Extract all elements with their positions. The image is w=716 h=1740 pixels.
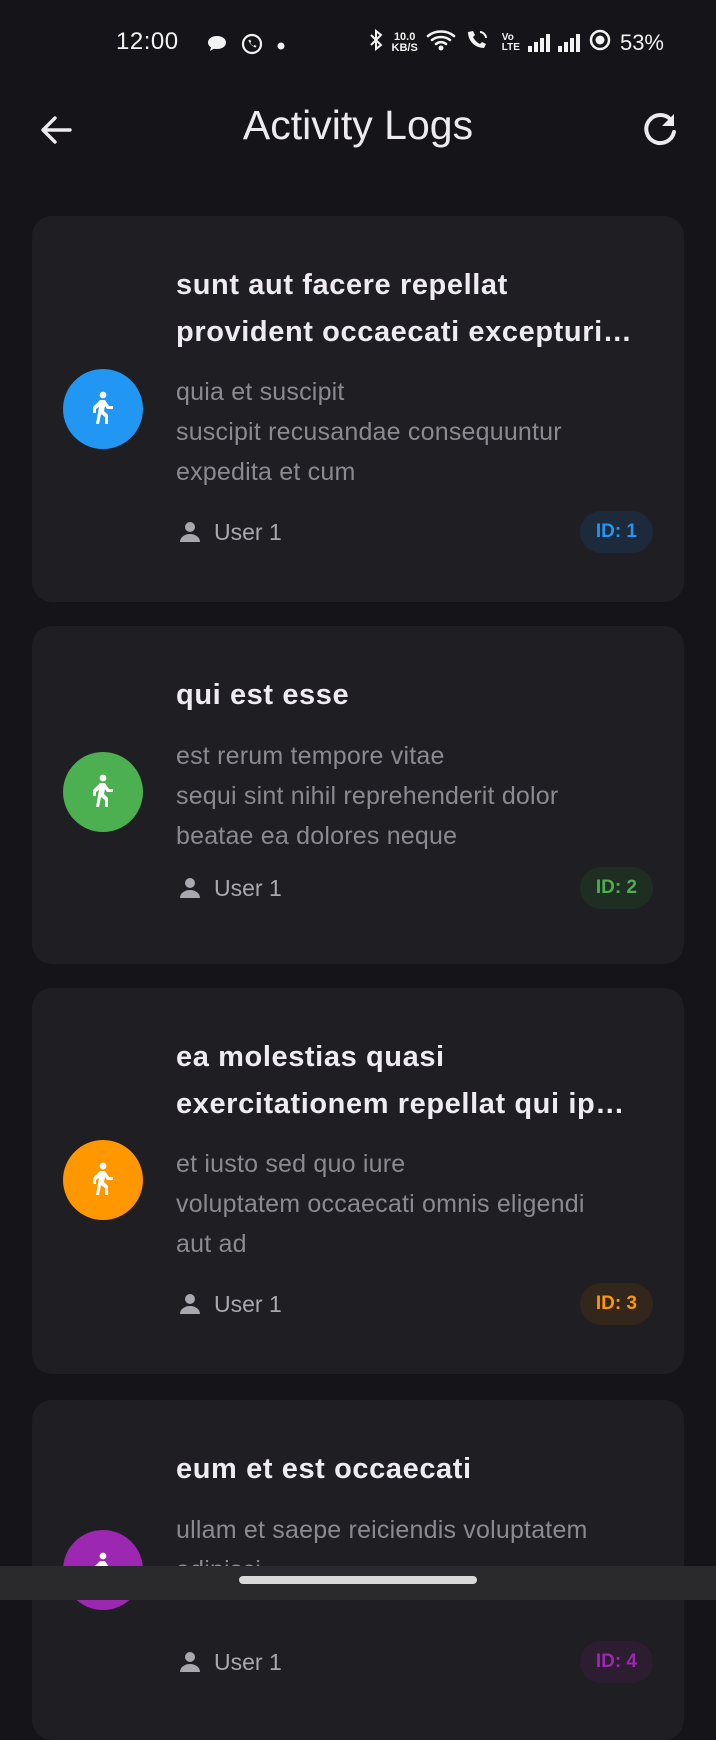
activity-user-name: User 1 (214, 1648, 282, 1675)
net-speed-unit: KB/S (391, 42, 418, 54)
person-icon (180, 1294, 200, 1314)
app-bar: Activity Logs (0, 92, 716, 204)
status-time: 12:00 (116, 28, 179, 55)
activity-body-line: expedita et cum (176, 458, 356, 486)
activity-user: User 1 (176, 874, 282, 902)
page-title: Activity Logs (242, 102, 474, 148)
chat-bubble-icon (206, 34, 228, 59)
battery-level: 53% (619, 30, 664, 55)
activity-title-line: exercitationem repellat qui ip… (176, 1088, 625, 1120)
home-gesture-handle[interactable] (239, 1576, 477, 1584)
activity-user-name: User 1 (214, 1290, 282, 1317)
activity-id-badge: ID: 2 (579, 867, 653, 909)
wifi-icon (426, 28, 456, 58)
dot-icon (276, 38, 286, 56)
activity-body-line: ullam et saepe reiciendis voluptatem (176, 1516, 588, 1544)
volte-indicator: Vo LTE (502, 33, 520, 53)
activity-title-line: provident occaecati excepturi… (176, 316, 633, 348)
activity-title-line: sunt aut facere repellat (176, 269, 508, 301)
battery-saver-icon (588, 28, 612, 58)
signal-bars-sim1-icon (527, 34, 550, 52)
activity-body-line: aut ad (176, 1230, 247, 1258)
activity-body-line: suscipit recusandae consequuntur (176, 418, 562, 446)
directions-walk-icon (93, 1162, 113, 1195)
notification-icons (206, 32, 286, 61)
activity-user-name: User 1 (214, 518, 282, 545)
person-icon (180, 878, 200, 898)
activity-body: est rerum tempore vitae sequi sint nihil … (176, 736, 664, 856)
directions-walk-icon (93, 391, 113, 424)
refresh-icon (644, 113, 676, 146)
activity-title: sunt aut facere repellat provident occaec… (176, 262, 658, 356)
status-bar: 12:00 10.0 KB/S Vo LTE 53% (0, 0, 716, 92)
activity-avatar (63, 369, 143, 449)
activity-title-line: eum et est occaecati (176, 1453, 472, 1485)
refresh-button[interactable] (638, 108, 682, 152)
activity-user: User 1 (176, 1648, 282, 1676)
activity-id-badge: ID: 1 (579, 511, 653, 553)
activity-body-line: et iusto sed quo iure (176, 1150, 406, 1178)
directions-walk-icon (93, 774, 113, 807)
activity-id-badge: ID: 4 (579, 1641, 653, 1683)
activity-title: ea molestias quasi exercitationem repella… (176, 1034, 658, 1128)
bluetooth-icon (368, 28, 384, 58)
activity-user: User 1 (176, 1290, 282, 1318)
activity-title-line: ea molestias quasi (176, 1041, 445, 1073)
activity-title-line: qui est esse (176, 679, 350, 711)
navigation-bar (0, 1566, 716, 1600)
person-icon (180, 1652, 200, 1672)
net-speed: 10.0 KB/S (392, 32, 418, 54)
activity-user-name: User 1 (214, 874, 282, 901)
system-status-icons: 10.0 KB/S Vo LTE 53% (368, 28, 664, 58)
activity-body: et iusto sed quo iure voluptatem occaecat… (176, 1144, 664, 1264)
activity-title: qui est esse (176, 672, 658, 719)
wifi-calling-icon (464, 28, 494, 58)
activity-card[interactable]: ea molestias quasi exercitationem repella… (32, 988, 684, 1374)
activity-card[interactable]: sunt aut facere repellat provident occaec… (32, 216, 684, 602)
person-icon (180, 522, 200, 542)
activity-body-line: sequi sint nihil reprehenderit dolor (176, 782, 559, 810)
activity-card[interactable]: qui est esse est rerum tempore vitae sequi… (32, 626, 684, 964)
activity-avatar (63, 752, 143, 832)
whatsapp-icon (240, 32, 264, 61)
activity-avatar (63, 1140, 143, 1220)
activity-body: quia et suscipit suscipit recusandae cons… (176, 372, 664, 492)
activity-id-badge: ID: 3 (579, 1283, 653, 1325)
signal-bars-sim2-icon (557, 34, 580, 52)
activity-body-line: beatae ea dolores neque (176, 822, 458, 850)
volte-bottom: LTE (501, 42, 520, 53)
activity-title: eum et est occaecati (176, 1446, 658, 1493)
activity-body-line: est rerum tempore vitae (176, 742, 445, 770)
activity-body-line: quia et suscipit (176, 378, 345, 406)
activity-body-line: voluptatem occaecati omnis eligendi (176, 1190, 585, 1218)
activity-user: User 1 (176, 518, 282, 546)
